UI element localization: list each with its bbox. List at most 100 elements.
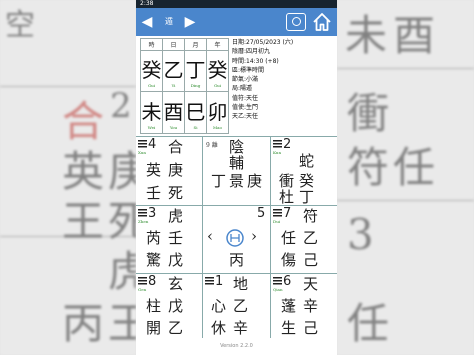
- background-character: 王: [108, 299, 136, 348]
- deity: 天: [303, 275, 319, 293]
- door: 杜: [279, 188, 295, 205]
- next-button[interactable]: ▶: [182, 13, 198, 31]
- earth-stem: 辛: [233, 319, 249, 337]
- info-panel: 時 日 月 年 癸 Gui 乙 Yi 丁 Ding 癸 Gui 未 Wei 酉 You 巳S…: [136, 36, 337, 136]
- earth-stem: 己: [303, 319, 319, 337]
- palace-name: Zhen: [138, 219, 149, 224]
- palace-cell[interactable]: 2 Kun 蛇 衝 癸 杜 丁: [271, 137, 337, 205]
- palace-number: 8: [148, 274, 157, 289]
- meta-term: 節氣:小滿: [232, 76, 259, 84]
- star: 芮: [146, 229, 162, 247]
- camera-icon[interactable]: [286, 13, 306, 31]
- center-emblem-icon: [226, 229, 244, 247]
- heaven-stem: 乙: [233, 297, 249, 315]
- palace-cell[interactable]: 8 Gen 玄 柱 戊 開 乙: [136, 274, 202, 341]
- branch-pinyin: Si: [193, 124, 198, 130]
- heaven-stem: 丁: [211, 172, 227, 190]
- branch-pinyin: Mao: [213, 124, 222, 130]
- star: 英: [146, 161, 162, 179]
- divider: [337, 200, 474, 201]
- video-frame: 空 合 2 英 庚 王 死 虎 丙 王 未 酉 衝 符 任 3 任 2:38 ◀…: [0, 0, 474, 355]
- branch-cell: 卯 Mao: [206, 91, 229, 134]
- background-character: 丙: [62, 299, 105, 348]
- background-character: 3: [347, 210, 374, 259]
- footer: Version 2.2.0: [136, 338, 337, 355]
- meta-lunar: 陰曆:四月初九: [232, 48, 271, 56]
- trigram-icon: [138, 140, 147, 148]
- palace-name: Kun: [273, 150, 282, 155]
- background-character: 衝: [347, 89, 390, 138]
- stem-char: 癸: [141, 58, 162, 83]
- trigram-icon: [273, 277, 282, 285]
- palace-cell[interactable]: 3 Zhen 虎 芮 壬 驚 戊: [136, 206, 202, 273]
- palace-cell-center[interactable]: 5 ‹ › 丙: [203, 206, 270, 273]
- star: 衝: [279, 172, 295, 190]
- heaven-stem: 癸: [299, 172, 315, 190]
- previous-button[interactable]: ◀: [139, 13, 155, 31]
- star: 心: [211, 297, 227, 315]
- palace-number: 7: [283, 206, 292, 221]
- four-pillars-table: 時 日 月 年 癸 Gui 乙 Yi 丁 Ding 癸 Gui 未 Wei 酉 You 巳S…: [140, 38, 229, 134]
- stem-cell: 癸 Gui: [140, 49, 163, 93]
- nine-palace-grid: 4 Xun 合 英 庚 壬 死 9 離 陰 輔 丁 景 庚 2 Kun 蛇 衝 …: [136, 136, 337, 341]
- heaven-stem: 戊: [168, 297, 184, 315]
- chart-metadata: 日期:27/05/2023 (六) 陰曆:四月初九 時間:14:30 (+8) …: [232, 38, 335, 122]
- palace-cell[interactable]: 6 Qian 天 蓬 辛 生 己: [271, 274, 337, 341]
- deity: 玄: [168, 275, 184, 293]
- palace-cell[interactable]: 9 離 陰 輔 丁 景 庚: [203, 137, 270, 205]
- palace-number: 1: [215, 274, 224, 289]
- background-character: 符: [347, 143, 390, 192]
- branch-char: 未: [141, 99, 162, 124]
- blurred-background-right: 未 酉 衝 符 任 3 任: [337, 0, 474, 355]
- stem-cell: 丁 Ding: [184, 49, 207, 93]
- right-arrow-icon[interactable]: ›: [251, 228, 257, 244]
- star: 輔: [229, 154, 245, 172]
- branch-cell: 巳 Si: [184, 91, 207, 134]
- meta-zone: 區:標準時間: [232, 66, 265, 74]
- palace-cell[interactable]: 1 地 心 乙 休 辛: [203, 274, 270, 341]
- branch-pinyin: You: [169, 124, 178, 130]
- deity: 蛇: [299, 152, 315, 170]
- meta-ju: 局:陽遁: [232, 85, 253, 93]
- star: 蓬: [281, 297, 297, 315]
- earth-stem: 丙: [229, 251, 245, 269]
- door: 驚: [146, 251, 162, 269]
- pillar-header: 月: [184, 38, 207, 51]
- palace-label: 9 離: [206, 142, 218, 149]
- background-character: 未: [345, 11, 388, 60]
- earth-stem: 乙: [168, 319, 184, 337]
- meta-zhifu: 值符:天任: [232, 94, 259, 102]
- door: 傷: [281, 251, 297, 269]
- branch-char: 卯: [207, 99, 228, 124]
- branch-cell: 未 Wei: [140, 91, 163, 134]
- background-character: 任: [393, 143, 436, 192]
- pillar-header: 時: [140, 38, 163, 51]
- deity: 符: [303, 207, 319, 225]
- palace-name: Xun: [138, 150, 146, 155]
- stem-cell: 癸 Gui: [206, 49, 229, 93]
- palace-number: 5: [257, 206, 266, 221]
- phone-screen: 2:38 ◀ 遁 ▶ 時 日 月 年 癸 Gui 乙 Yi 丁 Ding 癸 Gui 未: [136, 0, 337, 355]
- earth-stem: 戊: [168, 251, 184, 269]
- palace-name: Dui: [273, 219, 281, 224]
- heaven-stem: 辛: [303, 297, 319, 315]
- door: 壬: [146, 184, 162, 202]
- home-icon[interactable]: [312, 12, 332, 32]
- earth-stem: 庚: [247, 172, 263, 190]
- palace-cell[interactable]: 4 Xun 合 英 庚 壬 死: [136, 137, 202, 205]
- branch-char: 巳: [185, 99, 206, 124]
- meta-date: 日期:27/05/2023 (六): [232, 39, 294, 46]
- app-title: 遁: [165, 17, 173, 26]
- left-arrow-icon[interactable]: ‹: [207, 228, 213, 244]
- meta-zhishi: 值使:生門: [232, 104, 259, 112]
- stem-pinyin: Gui: [147, 83, 156, 89]
- blurred-background-left: 空 合 2 英 庚 王 死 虎 丙 王: [0, 0, 136, 355]
- door: 生: [281, 319, 297, 337]
- palace-number: 4: [148, 137, 157, 152]
- heaven-stem: 乙: [303, 229, 319, 247]
- stem-char: 丁: [185, 58, 206, 83]
- door: 休: [211, 319, 227, 337]
- background-character: 2: [110, 86, 132, 126]
- palace-cell[interactable]: 7 Dui 符 任 乙 傷 己: [271, 206, 337, 273]
- earth-stem: 死: [168, 184, 184, 202]
